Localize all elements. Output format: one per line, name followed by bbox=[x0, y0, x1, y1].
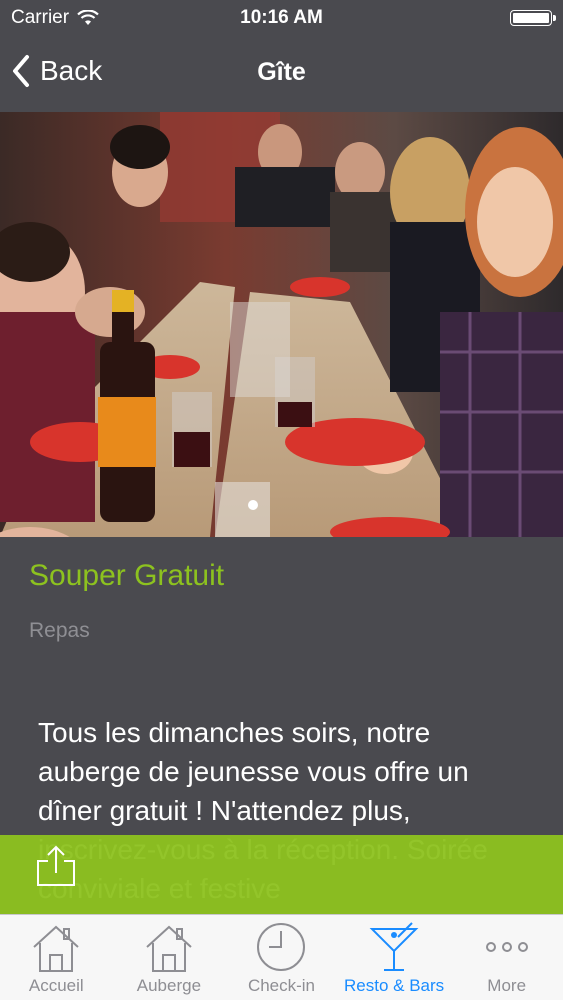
battery-icon bbox=[510, 10, 556, 26]
share-button[interactable] bbox=[34, 845, 78, 889]
page-title: Gîte bbox=[257, 58, 306, 86]
clock-time: 10:16 AM bbox=[240, 7, 323, 28]
tab-auberge[interactable]: Auberge bbox=[113, 915, 226, 1000]
navigation-bar: Back Gîte bbox=[0, 36, 563, 112]
share-icon bbox=[37, 845, 75, 886]
tab-more[interactable]: More bbox=[450, 915, 563, 1000]
tab-label: Accueil bbox=[28, 976, 84, 995]
status-bar: Carrier 10:16 AM bbox=[0, 0, 563, 36]
dining-photo bbox=[0, 112, 563, 537]
tab-label: Check-in bbox=[247, 976, 316, 995]
tab-resto-bars[interactable]: Resto & Bars bbox=[338, 915, 451, 1000]
house-icon bbox=[146, 925, 192, 972]
clock-icon bbox=[257, 923, 306, 971]
tab-label: Resto & Bars bbox=[344, 976, 445, 995]
tab-label: Auberge bbox=[136, 976, 202, 995]
tab-bar: Accueil Auberge Check-in Resto & Bars Mo… bbox=[0, 914, 563, 1000]
more-dots-icon bbox=[485, 942, 528, 952]
tab-accueil[interactable]: Accueil bbox=[0, 915, 113, 1000]
tab-label: More bbox=[487, 976, 527, 995]
hero-image[interactable] bbox=[0, 112, 563, 537]
cocktail-glass-icon bbox=[369, 922, 419, 971]
item-category: Repas bbox=[29, 619, 90, 642]
tab-check-in[interactable]: Check-in bbox=[225, 915, 338, 1000]
item-title: Souper Gratuit bbox=[29, 559, 225, 592]
house-icon bbox=[33, 925, 79, 972]
page-indicator-dot bbox=[248, 500, 258, 510]
share-bar bbox=[0, 835, 563, 914]
